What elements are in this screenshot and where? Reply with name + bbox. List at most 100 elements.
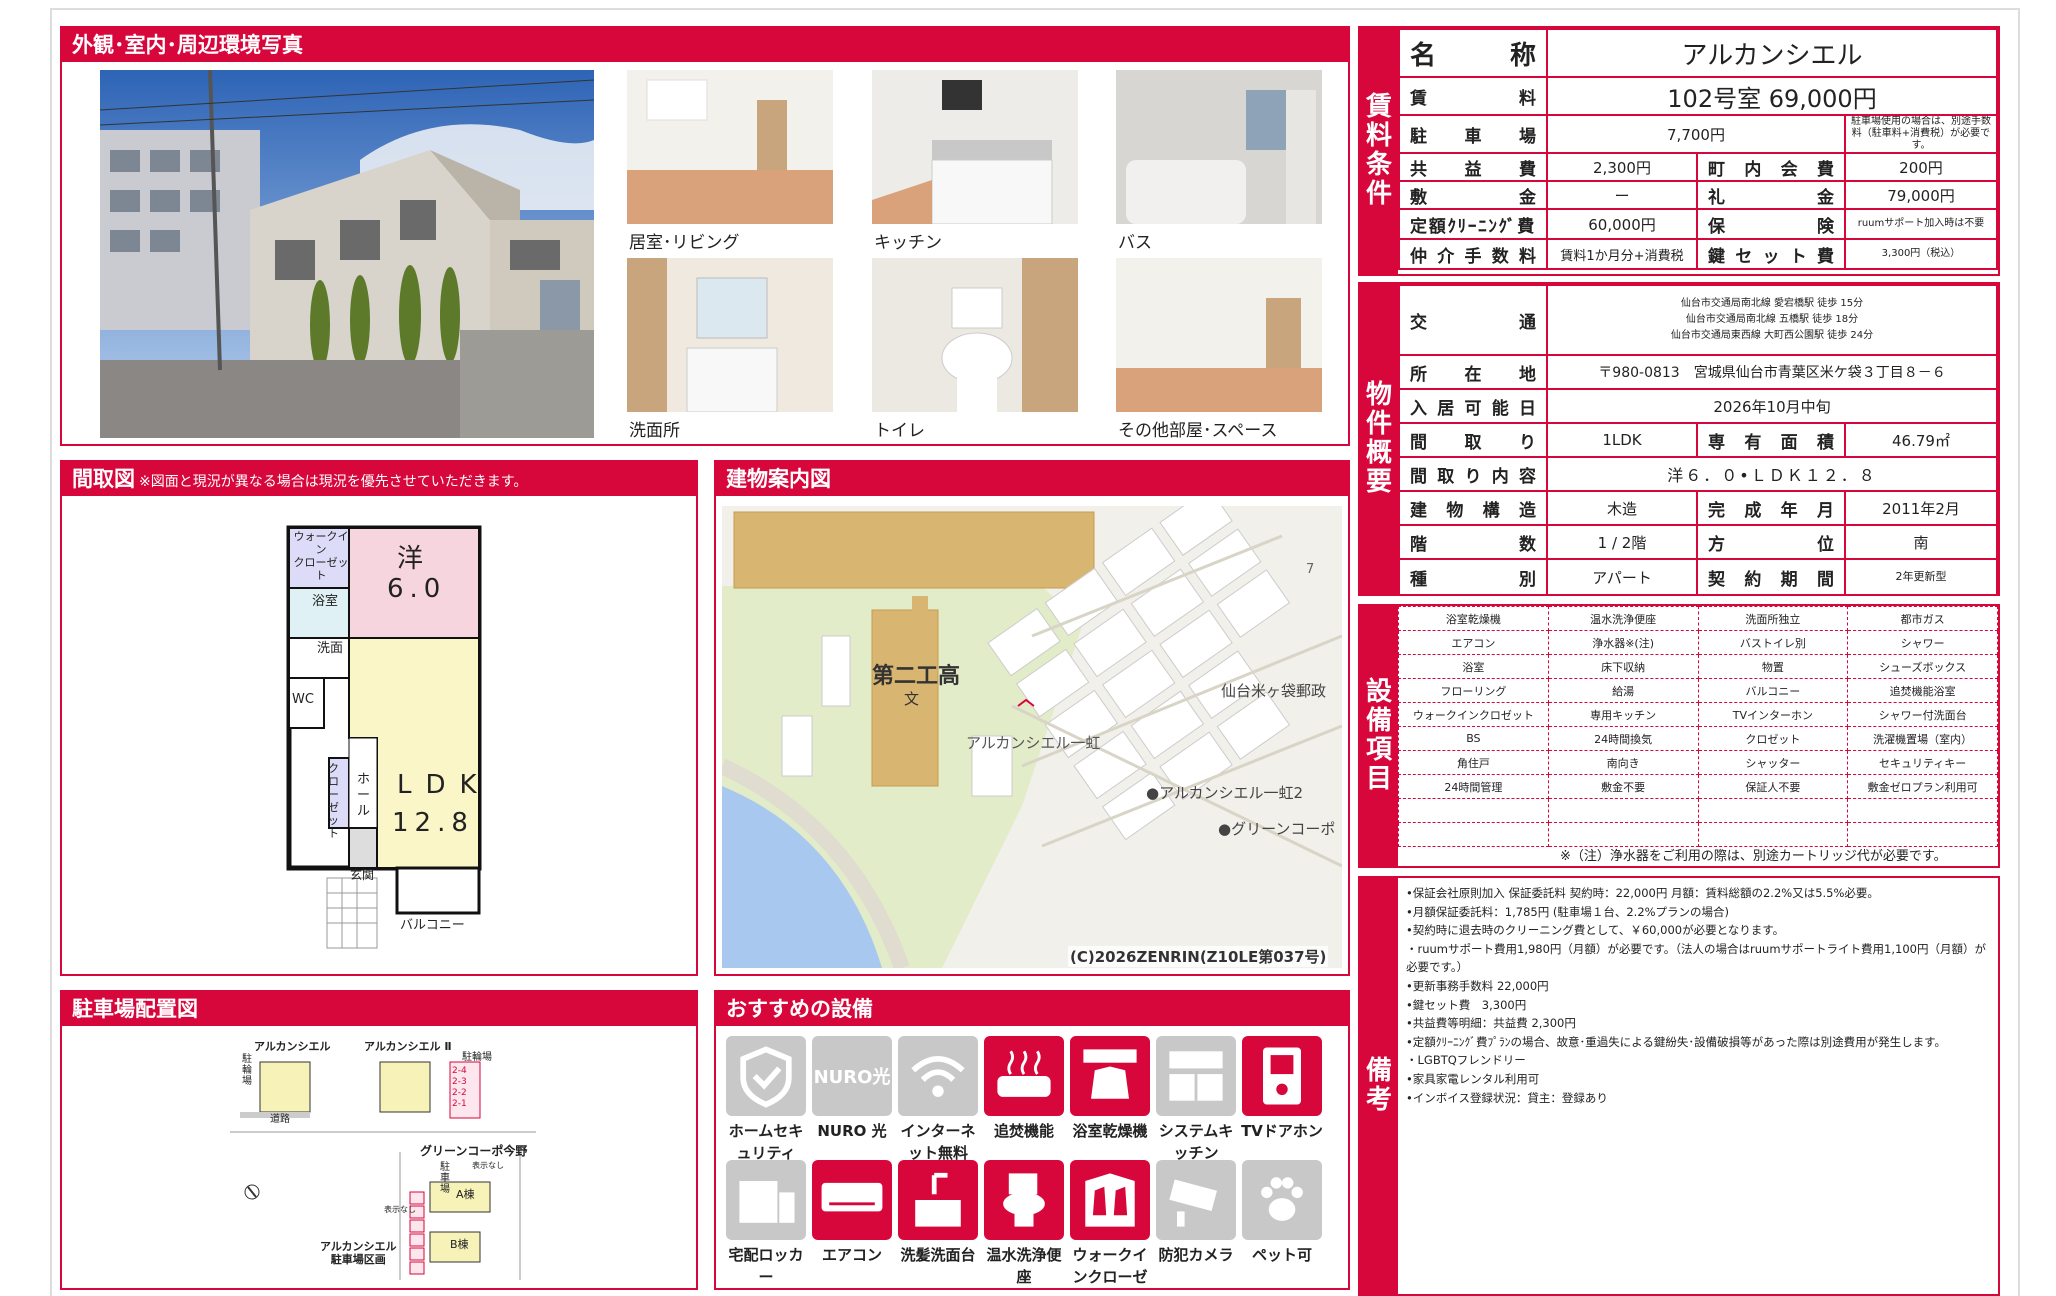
transport-value: 仙台市交通局南北線 愛宕橋駅 徒歩 15分 仙台市交通局南北線 五橋駅 徒歩 1… — [1546, 284, 1998, 356]
address-value: 〒980-0813 宮城県仙台市青葉区米ケ袋３丁目８－６ — [1546, 354, 1998, 390]
closet-icon — [1070, 1160, 1150, 1240]
caption-washroom: 洗面所 — [629, 421, 680, 441]
remarks-label: 備考 — [1360, 878, 1398, 1294]
equipment-item-empty — [1547, 798, 1699, 823]
overview-panel: 物件概要 交通 仙台市交通局南北線 愛宕橋駅 徒歩 15分 仙台市交通局南北線 … — [1358, 282, 2000, 596]
equipment-item: 床下収納 — [1547, 654, 1699, 679]
equipment-panel: 設備項目 浴室乾燥機 温水洗浄便座 洗面所独立 都市ガス エアコン 浄水器※(注) バストイ… — [1358, 604, 2000, 868]
recommended-label: エアコン — [821, 1246, 882, 1264]
transport-line: 仙台市交通局南北線 五橋駅 徒歩 18分 — [1685, 314, 1859, 325]
bathtub-icon — [984, 1036, 1064, 1116]
recommended-label: 温水洗浄便座 — [986, 1246, 1062, 1286]
equipment-item: バルコニー — [1697, 678, 1849, 703]
parking-slots: 2-4 2-3 2-2 2-1 — [452, 1066, 467, 1110]
contract-header: 契約期間 — [1696, 558, 1846, 596]
remark-line: •鍵セット費 3,300円 — [1406, 997, 1527, 1012]
bath-photo[interactable] — [1116, 70, 1322, 224]
built-header: 完成年月 — [1696, 490, 1846, 526]
floorplan-panel: 間取図 ※図面と現況が異なる場合は現況を優先させていただきます。 ウォークイン ク… — [60, 460, 698, 976]
caption-bath: バス — [1118, 233, 1152, 253]
recommended-label: インターネット無料 — [900, 1122, 976, 1162]
insurance-header: 保険 — [1696, 208, 1846, 240]
recommended-title: おすすめの設備 — [716, 992, 1348, 1026]
fp-hall-label: ホール — [357, 772, 371, 819]
equipment-item: 浴室乾燥機 — [1398, 606, 1549, 631]
equipment-item: 敷金不要 — [1547, 774, 1699, 799]
parking-label-nodisp1: 表示なし — [472, 1161, 504, 1170]
recommended-label: ペット可 — [1251, 1246, 1312, 1264]
remark-line: •月額保証委託料：1,785円 (駐車場１台、2.2%プランの場合) — [1406, 904, 1730, 919]
map-school-label: 第二工高 — [872, 664, 961, 689]
fp-wc-label: WC — [292, 692, 314, 707]
nuro-logo-text: NURO光 — [813, 1067, 891, 1088]
name-header: 名称 — [1398, 28, 1548, 78]
toilet-icon — [984, 1160, 1064, 1240]
equipment-item: シューズボックス — [1847, 654, 1998, 679]
remark-line: •更新事務手数料 22,000円 — [1406, 978, 1549, 993]
kitchen-photo[interactable] — [872, 70, 1078, 224]
map-copyright: (C)2026ZENRIN(Z10LE第037号) — [1068, 946, 1329, 967]
washroom-photo[interactable] — [627, 258, 833, 412]
area-value: 46.79㎡ — [1844, 422, 1998, 458]
transport-header: 交通 — [1398, 284, 1548, 356]
toilet-photo[interactable] — [872, 258, 1078, 412]
type-value: アパート — [1546, 558, 1698, 596]
photos-panel: 外観･室内･周辺環境写真 居室･リビング キッチン バス 洗面所 トイレ その他… — [60, 26, 1350, 446]
structure-header: 建物構造 — [1398, 490, 1548, 526]
contract-value: 2年更新型 — [1844, 558, 1998, 596]
other-room-photo[interactable] — [1116, 258, 1322, 412]
keyset-header: 鍵セット費 — [1696, 238, 1846, 270]
equipment-item: シャワー — [1847, 630, 1998, 655]
movein-header: 入居可能日 — [1398, 388, 1548, 424]
direction-value: 南 — [1844, 524, 1998, 560]
bath-dryer-icon — [1070, 1036, 1150, 1116]
equipment-item: BS — [1398, 726, 1549, 751]
detail-value: 洋６．０•ＬＤＫ１２．８ — [1546, 456, 1998, 492]
equipment-item-empty — [1547, 822, 1699, 847]
equipment-note: ※（注）浄水器をご利用の際は、別途カートリッジ代が必要です。 — [1560, 849, 1947, 864]
living-room-photo[interactable] — [627, 70, 833, 224]
map-panel: 建物案内図 第二工高 文 アルカンシエル一虹 仙台米ヶ袋郵政 ●アルカンシエル一… — [714, 460, 1350, 976]
parking-fee-header: 駐車場 — [1398, 114, 1548, 154]
parking-label-road: 道路 — [270, 1114, 290, 1125]
equipment-row: 角住戸 南向き シャッター セキュリティキー — [1398, 750, 1998, 775]
equipment-item: シャワー付洗面台 — [1847, 702, 1998, 727]
floorplan-note: ※図面と現況が異なる場合は現況を優先させていただきます。 — [139, 474, 528, 490]
equipment-item-empty — [1697, 798, 1849, 823]
conditions-panel: 賃料条件 名称 アルカンシエル 賃料 102号室 69,000円 駐車場 7,7… — [1358, 26, 2000, 276]
map-school-mark: 文 — [904, 690, 920, 708]
recommended-label: NURO 光 — [817, 1122, 887, 1140]
town-fee-value: 200円 — [1844, 152, 1998, 182]
parking-title: 駐車場配置図 — [62, 992, 696, 1026]
brokerage-value: 賃料1か月分+消費税 — [1546, 238, 1698, 270]
type-header: 種別 — [1398, 558, 1548, 596]
property-name: アルカンシエル — [1546, 28, 1998, 78]
equipment-item: エアコン — [1398, 630, 1549, 655]
recommended-label: システムキッチン — [1158, 1122, 1234, 1162]
equipment-item: 温水洗浄便座 — [1547, 606, 1699, 631]
conditions-table: 名称 アルカンシエル 賃料 102号室 69,000円 駐車場 7,700円 駐… — [1398, 28, 1998, 270]
recommended-panel: おすすめの設備 ホームセキュリティ NURO光 NURO 光インターネット無料 追焚機… — [714, 990, 1350, 1290]
remark-line: •家具家電レンタル利用可 — [1406, 1071, 1540, 1086]
recommended-label: 浴室乾燥機 — [1072, 1122, 1148, 1140]
fp-western-size: 6.0 — [387, 574, 447, 604]
key-money-value: 79,000円 — [1844, 180, 1998, 210]
parking-fee-value: 7,700円 — [1546, 114, 1846, 154]
brokerage-header: 仲介手数料 — [1398, 238, 1548, 270]
floor-value: 1 / 2階 — [1546, 524, 1698, 560]
key-money-header: 礼金 — [1696, 180, 1846, 210]
recommended-label: 宅配ロッカー — [728, 1246, 804, 1286]
map-title: 建物案内図 — [716, 462, 1348, 496]
exterior-photo[interactable] — [100, 70, 594, 438]
equipment-row-empty — [1398, 822, 1998, 847]
rent-value: 102号室 69,000円 — [1546, 76, 1998, 116]
map-b2-label: ●アルカンシエル一虹2 — [1146, 784, 1304, 802]
common-fee-value: 2,300円 — [1546, 152, 1698, 182]
fp-closet-label: クローゼット — [328, 762, 339, 840]
equipment-item: TVインターホン — [1697, 702, 1849, 727]
equipment-item-empty — [1398, 822, 1549, 847]
parking-slot: 2-1 — [452, 1099, 467, 1109]
equipment-row: 浴室 床下収納 物置 シューズボックス — [1398, 654, 1998, 679]
equipment-item: 浄水器※(注) — [1547, 630, 1699, 655]
town-fee-header: 町内会費 — [1696, 152, 1846, 182]
